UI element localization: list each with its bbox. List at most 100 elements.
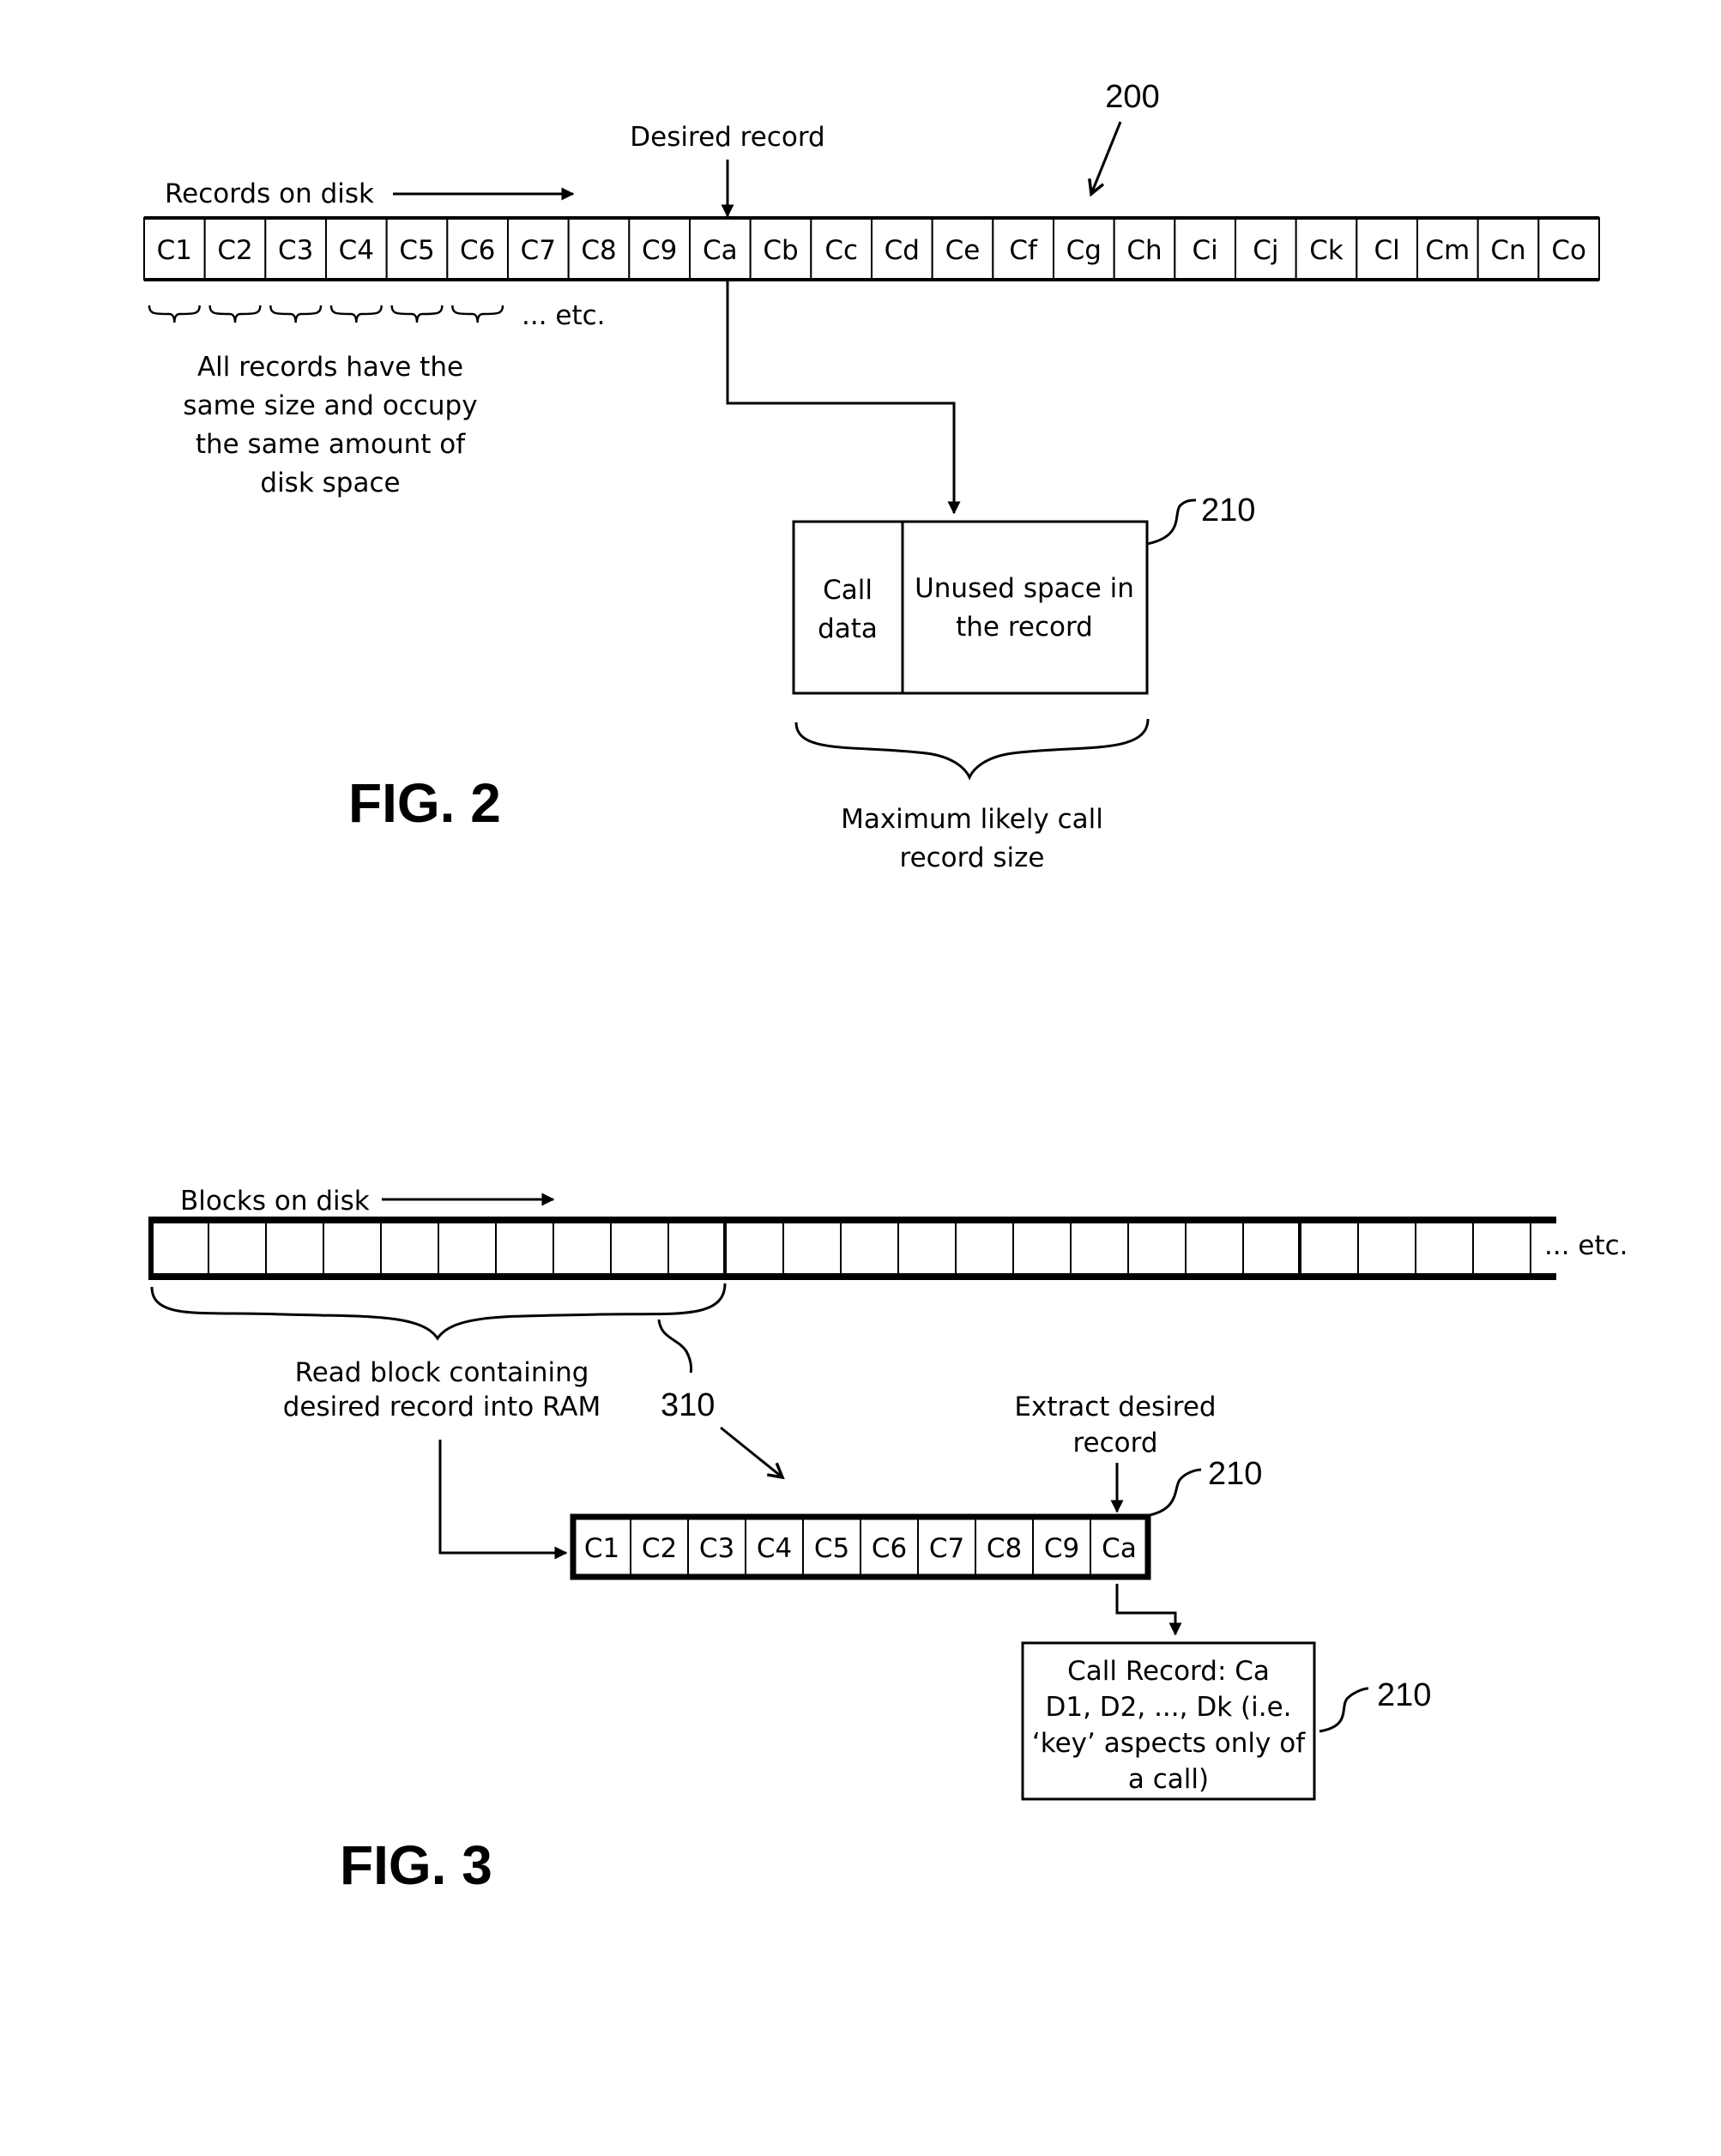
call-record-line: Call Record: Ca <box>1067 1656 1270 1687</box>
block-slot <box>1070 1219 1129 1277</box>
call-record-ref-numeral-210: 210 <box>1377 1677 1431 1713</box>
record-cell-label: C5 <box>399 235 434 266</box>
record-cell-label: Cf <box>1009 235 1038 266</box>
call-record-line: a call) <box>1128 1764 1209 1795</box>
block-slot <box>667 1219 727 1277</box>
record-cell-label: C8 <box>581 235 616 266</box>
ram-ref-210-leader <box>1149 1468 1202 1517</box>
record-cell-label: Cn <box>1490 235 1525 266</box>
record-cell-label: Cd <box>885 235 920 266</box>
ram-record-label: C5 <box>814 1533 849 1564</box>
desired-record-connector <box>726 280 961 515</box>
block-slot <box>1127 1219 1187 1277</box>
record-cell-label: Ck <box>1309 235 1344 266</box>
ram-record-label: Ca <box>1102 1533 1137 1564</box>
ram-record-label: C2 <box>642 1533 677 1564</box>
block-slot <box>782 1219 842 1277</box>
unused-space-label: Unused space in <box>915 573 1134 604</box>
record-cell-label: C1 <box>157 235 192 266</box>
block-slot <box>897 1219 957 1277</box>
record-cell-label: Ce <box>945 235 981 266</box>
block-slot <box>438 1219 497 1277</box>
block-slot <box>1012 1219 1072 1277</box>
call-record-line: ‘key’ aspects only of <box>1032 1728 1306 1759</box>
record-cell-label: C3 <box>278 235 313 266</box>
unused-space-label: the record <box>956 612 1093 643</box>
record-cell-label: C7 <box>521 235 556 266</box>
record-cell-label: Cg <box>1066 235 1102 266</box>
record-brace <box>451 305 504 323</box>
ref-numeral-210: 210 <box>1201 492 1255 528</box>
ram-record-label: C9 <box>1044 1533 1079 1564</box>
extract-label-line: Extract desired <box>1014 1392 1216 1422</box>
read-note-line: Read block containing <box>295 1357 589 1388</box>
block-slot <box>380 1219 439 1277</box>
record-cell-label: Co <box>1551 235 1586 266</box>
record-cell-label: Cl <box>1374 235 1400 266</box>
block-slot <box>725 1219 784 1277</box>
block-slot <box>208 1219 267 1277</box>
read-note-line: desired record into RAM <box>283 1392 601 1422</box>
ref-310-arrow-icon <box>720 1426 782 1477</box>
ram-block: C1 C2 C3 C4 C5 C6 C7 C8 C9 Ca <box>570 1513 1151 1580</box>
figure-2: 200 Desired record Records on disk C1 C2 C… <box>143 79 1601 873</box>
figure-caption: FIG. 2 <box>348 772 501 834</box>
record-cell-label: Ca <box>703 235 738 266</box>
record-braces <box>148 305 504 323</box>
block-slot <box>955 1219 1014 1277</box>
size-note-line: All records have the <box>197 352 463 383</box>
extract-label-line: record <box>1072 1428 1157 1458</box>
record-cell-label: Cj <box>1253 235 1278 266</box>
read-into-ram-connector <box>438 1440 568 1560</box>
record-cell-label: Cm <box>1425 235 1470 266</box>
blocks-on-disk-label: Blocks on disk <box>180 1186 370 1217</box>
call-record-box: Call Record: Ca D1, D2, ..., Dk (i.e. ‘k… <box>1021 1641 1316 1801</box>
blocks-etc-label: ... etc. <box>1544 1230 1628 1261</box>
record-box-210: Call data Unused space in the record <box>792 520 1149 695</box>
records-strip: C1 C2 C3 C4 C5 C6 C7 C8 C9 Ca Cb Cc Cd Ce Cf Cg Ch Ci Cj Ck… <box>143 216 1601 281</box>
record-size-brace <box>794 718 1150 781</box>
ram-record-label: C3 <box>699 1533 734 1564</box>
record-brace <box>269 305 323 323</box>
record-cell-label: Cc <box>824 235 858 266</box>
ram-record-label: C8 <box>987 1533 1022 1564</box>
ram-record-label: C7 <box>929 1533 964 1564</box>
record-box-outline <box>792 520 1149 695</box>
block-slot <box>495 1219 554 1277</box>
record-brace <box>390 305 444 323</box>
record-cell-label: Ch <box>1126 235 1162 266</box>
record-size-note: All records have the same size and occup… <box>183 352 477 498</box>
blocks-strip <box>148 1217 1556 1280</box>
block-slot <box>1357 1219 1416 1277</box>
block-slot <box>1185 1219 1244 1277</box>
block-slot <box>265 1219 324 1277</box>
desired-record-label: Desired record <box>630 122 824 153</box>
ref-numeral-310: 310 <box>661 1387 715 1423</box>
ram-record-label: C1 <box>584 1533 619 1564</box>
block-slot <box>1300 1219 1359 1277</box>
record-cell-label: C6 <box>460 235 495 266</box>
ref-210-leader <box>1146 498 1197 546</box>
extract-connector <box>1115 1584 1182 1636</box>
size-caption-line: record size <box>900 842 1045 873</box>
ref-310-leader <box>657 1319 693 1374</box>
record-cell-label: Ci <box>1193 235 1218 266</box>
ref-numeral-200: 200 <box>1105 79 1159 115</box>
block-slot <box>553 1219 612 1277</box>
block-slot <box>150 1219 209 1277</box>
ref-200-arrow-icon <box>1091 121 1122 194</box>
record-brace <box>148 305 201 323</box>
first-block-brace <box>150 1283 727 1341</box>
ram-record-label: C4 <box>757 1533 792 1564</box>
size-caption-line: Maximum likely call <box>841 804 1103 835</box>
call-record-ref-210-leader <box>1319 1687 1369 1733</box>
record-brace <box>208 305 262 323</box>
block-slot <box>1472 1219 1531 1277</box>
figure-3: Blocks on disk ... etc. Read block conta… <box>148 1186 1628 1896</box>
size-note-line: disk space <box>260 468 400 498</box>
size-note-line: same size and occupy <box>183 390 477 421</box>
ram-record-label: C6 <box>872 1533 907 1564</box>
record-cell-label: C9 <box>642 235 677 266</box>
record-brace <box>329 305 383 323</box>
block-slot <box>1242 1219 1301 1277</box>
